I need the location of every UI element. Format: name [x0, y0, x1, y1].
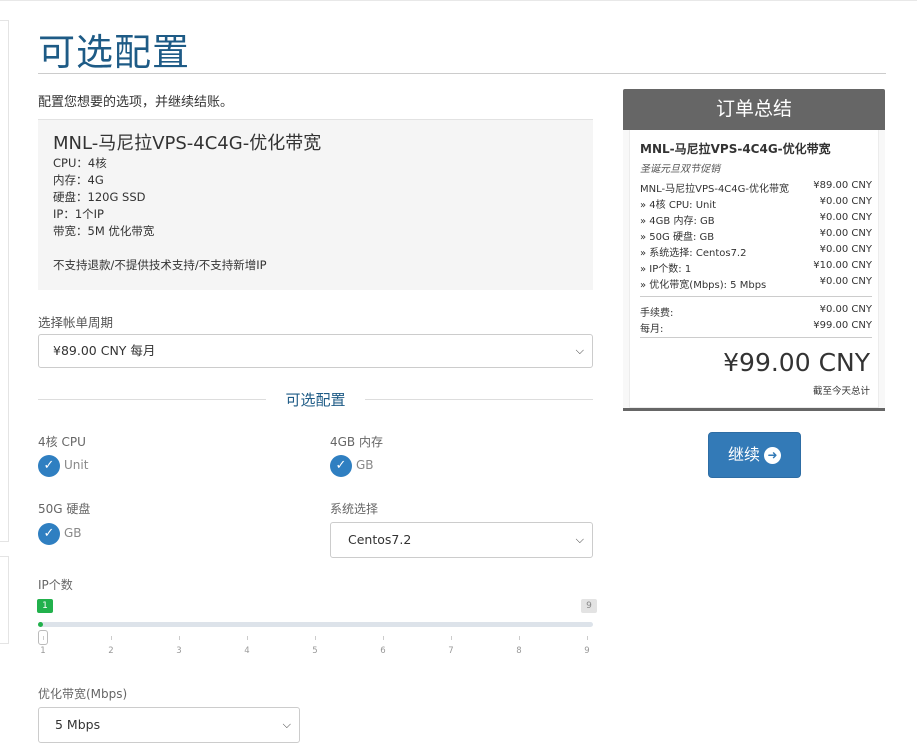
ip-slider-tick	[315, 636, 316, 640]
spec-ram: 内存：4G	[53, 173, 104, 187]
summary-line: » IP个数: 1 ¥10.00 CNY	[640, 260, 872, 275]
chevron-down-icon: ⌵	[282, 718, 291, 731]
ram-option-unit: GB	[356, 458, 374, 472]
ip-slider-tick	[111, 636, 112, 640]
ip-slider-tick-label: 9	[584, 646, 590, 656]
order-summary-body: MNL-马尼拉VPS-4C4G-优化带宽 圣诞元旦双节促销 MNL-马尼拉VPS…	[629, 130, 879, 408]
ip-slider-tick-label: 3	[176, 646, 182, 656]
ip-slider-tick-label: 4	[244, 646, 250, 656]
options-section-title: 可选配置	[285, 391, 346, 409]
order-summary-panel: 订单总结 MNL-马尼拉VPS-4C4G-优化带宽 圣诞元旦双节促销 MNL-马…	[623, 89, 885, 411]
summary-divider	[640, 296, 872, 297]
arrow-right-icon: ➜	[764, 447, 781, 464]
ip-slider-tick	[451, 636, 452, 640]
bandwidth-select[interactable]: 5 Mbps ⌵	[38, 707, 300, 743]
ram-check-icon[interactable]: ✓	[330, 455, 352, 477]
summary-total-note: 截至今天总计	[812, 386, 870, 397]
bandwidth-select-value: 5 Mbps	[55, 717, 101, 732]
summary-line: » 优化带宽(Mbps): 5 Mbps ¥0.00 CNY	[640, 276, 872, 291]
disk-check-icon[interactable]: ✓	[38, 523, 60, 545]
ip-count-label: IP个数	[38, 578, 73, 592]
summary-product-name: MNL-马尼拉VPS-4C4G-优化带宽	[640, 142, 831, 156]
ip-slider-tick	[247, 636, 248, 640]
spec-bandwidth: 带宽：5M 优化带宽	[53, 224, 155, 238]
ip-slider-tick-label: 2	[108, 646, 114, 656]
options-section-header: 可选配置	[38, 389, 593, 411]
os-select-value: Centos7.2	[348, 532, 412, 547]
ip-slider-fill	[38, 622, 43, 627]
summary-line: MNL-马尼拉VPS-4C4G-优化带宽 ¥89.00 CNY	[640, 180, 872, 195]
disk-option-unit: GB	[64, 526, 82, 540]
ip-slider-value-badge: 1	[37, 599, 53, 613]
ip-slider-tick	[519, 636, 520, 640]
order-summary-title: 订单总结	[623, 89, 885, 130]
ip-slider-tick-label: 6	[380, 646, 386, 656]
continue-button-label: 继续	[727, 445, 760, 464]
disk-option-label: 50G 硬盘	[38, 502, 91, 516]
ip-slider-max-badge: 9	[581, 599, 597, 613]
summary-promo: 圣诞元旦双节促销	[640, 164, 720, 175]
summary-monthly-line: 每月: ¥99.00 CNY	[640, 320, 872, 335]
bandwidth-option-label: 优化带宽(Mbps)	[38, 687, 128, 701]
cpu-check-icon[interactable]: ✓	[38, 455, 60, 477]
product-note: 不支持退款/不提供技术支持/不支持新增IP	[53, 258, 267, 272]
sidebar-panel-lower	[0, 556, 9, 644]
title-divider	[38, 73, 886, 74]
ram-option-label: 4GB 内存	[330, 435, 383, 449]
os-select[interactable]: Centos7.2 ⌵	[330, 522, 593, 558]
spec-ip: IP：1个IP	[53, 207, 104, 221]
spec-disk: 硬盘：120G SSD	[53, 190, 146, 204]
ip-slider-tick	[383, 636, 384, 640]
ip-slider-track[interactable]	[38, 622, 593, 627]
cpu-option-unit: Unit	[64, 458, 89, 472]
billing-cycle-select[interactable]: ¥89.00 CNY 每月 ⌵	[38, 334, 593, 368]
summary-total: ¥99.00 CNY	[723, 348, 870, 377]
spec-cpu: CPU：4核	[53, 156, 107, 170]
summary-line: » 4GB 内存: GB ¥0.00 CNY	[640, 212, 872, 227]
billing-cycle-label: 选择帐单周期	[38, 315, 114, 330]
chevron-down-icon: ⌵	[575, 344, 584, 357]
summary-line: » 50G 硬盘: GB ¥0.00 CNY	[640, 228, 872, 243]
product-name: MNL-马尼拉VPS-4C4G-优化带宽	[53, 133, 322, 154]
summary-divider	[640, 337, 872, 338]
ip-slider-tick	[179, 636, 180, 640]
ip-slider-tick-label: 5	[312, 646, 318, 656]
ip-slider-tick	[587, 636, 588, 640]
page-title: 可选配置	[38, 31, 190, 74]
product-spec-list: CPU：4核 内存：4G 硬盘：120G SSD IP：1个IP 带宽：5M 优…	[53, 155, 154, 240]
ip-slider-tick-label: 7	[448, 646, 454, 656]
billing-cycle-value: ¥89.00 CNY 每月	[53, 343, 156, 358]
ip-slider-tick-label: 1	[40, 646, 46, 656]
summary-line: » 4核 CPU: Unit ¥0.00 CNY	[640, 196, 872, 211]
summary-line: » 系统选择: Centos7.2 ¥0.00 CNY	[640, 244, 872, 259]
os-option-label: 系统选择	[330, 502, 379, 516]
ip-slider-tick	[43, 636, 44, 640]
chevron-down-icon: ⌵	[575, 533, 584, 546]
ip-slider-tick-label: 8	[516, 646, 522, 656]
sidebar-panel	[0, 20, 9, 542]
continue-button[interactable]: 继续 ➜	[708, 432, 801, 478]
intro-text: 配置您想要的选项，并继续结账。	[38, 95, 234, 110]
cpu-option-label: 4核 CPU	[38, 435, 86, 449]
top-border	[0, 0, 917, 1]
summary-fee-line: 手续费: ¥0.00 CNY	[640, 304, 872, 319]
product-info-box: MNL-马尼拉VPS-4C4G-优化带宽 CPU：4核 内存：4G 硬盘：120…	[38, 119, 593, 290]
